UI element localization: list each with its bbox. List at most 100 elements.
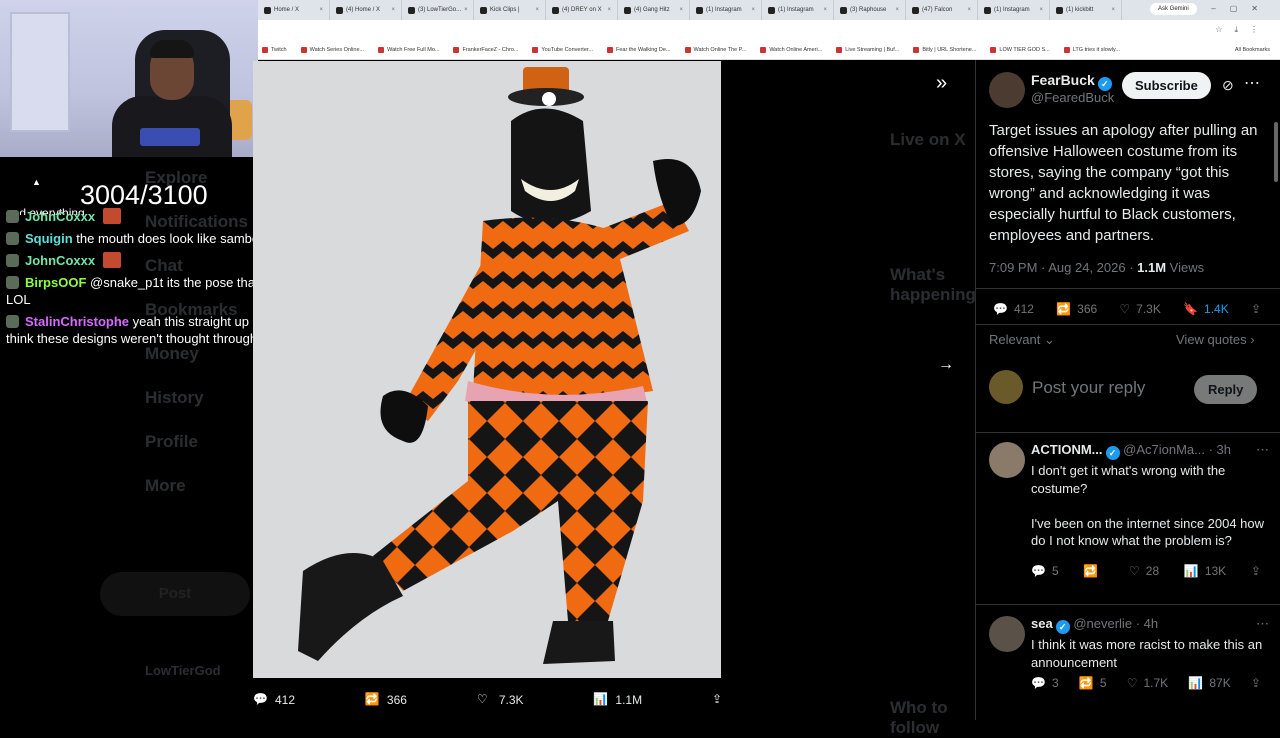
reply-action[interactable]: 💬 5 (1031, 564, 1059, 578)
author-handle[interactable]: @FearedBuck (1031, 90, 1114, 105)
media-views[interactable]: 📊 1.1M (593, 692, 642, 708)
reply-input[interactable]: Post your reply (1032, 378, 1145, 398)
collapse-panel-icon[interactable]: » (936, 72, 947, 95)
close-icon[interactable]: × (679, 7, 683, 13)
close-icon[interactable]: × (967, 7, 971, 13)
grok-icon[interactable]: ⊘ (1222, 77, 1234, 94)
browser-tab[interactable]: (1) Instagram × (690, 0, 762, 20)
repost-action[interactable]: 🔁 366 (1056, 302, 1097, 316)
heart-icon: ♡ (1126, 676, 1138, 690)
views-action[interactable]: 📊 87K (1188, 676, 1230, 690)
bookmark-item[interactable]: Watch Free Full Mo... (378, 46, 439, 53)
reply-button[interactable]: Reply (1194, 375, 1258, 404)
bookmark-item[interactable]: Live Streaming | Buf... (836, 46, 899, 53)
chat-username[interactable]: Squigin (25, 231, 73, 246)
bookmark-item[interactable]: Fear the Walking De... (607, 46, 671, 53)
webcam-person-hair (150, 40, 194, 58)
more-options-icon[interactable]: ⋯ (1256, 442, 1269, 458)
like-action[interactable]: ♡ 1.7K (1127, 676, 1168, 690)
like-action[interactable]: ♡ 28 (1129, 564, 1159, 578)
next-image-arrow-icon[interactable]: → (938, 356, 954, 374)
media-reply[interactable]: 💬 412 (253, 692, 295, 708)
bookmark-item[interactable]: LOW TIER GOD S... (990, 46, 1050, 53)
divider (976, 288, 1280, 289)
repost-action[interactable]: 🔁 (1083, 564, 1104, 578)
reply-avatar[interactable] (989, 616, 1025, 652)
media-like[interactable]: ♡ 7.3K (477, 692, 524, 708)
author-avatar[interactable] (989, 72, 1025, 108)
share-action[interactable]: ⇪ (1251, 302, 1261, 316)
browser-tab[interactable]: (4) Home / X × (330, 0, 402, 20)
chat-username[interactable]: JohnCoxxx (25, 253, 95, 268)
divider (976, 432, 1280, 433)
chat-username[interactable]: JohnCoxxx (25, 209, 95, 224)
close-icon[interactable]: × (535, 7, 539, 13)
browser-tab[interactable]: (4) DREY on X × (546, 0, 618, 20)
close-icon[interactable]: × (751, 7, 755, 13)
bookmark-item[interactable]: LTG tries it slowly... (1063, 46, 1120, 53)
like-action[interactable]: ♡ 7.3K (1119, 302, 1160, 316)
browser-tab[interactable]: (4) Gang Hitz × (618, 0, 690, 20)
reply-action[interactable]: 💬 3 (1031, 676, 1059, 690)
toolbar-icons[interactable]: ☆⤓⋮ (1215, 25, 1270, 35)
bookmark-action[interactable]: 🔖 1.4K (1183, 302, 1229, 316)
browser-tab[interactable]: Kick Clips | × (474, 0, 546, 20)
browser-tab[interactable]: Home / X × (258, 0, 330, 20)
bookmark-item[interactable]: YouTube Converter... (532, 46, 593, 53)
browser-tab[interactable]: (1) Instagram × (762, 0, 834, 20)
tweet-timestamp[interactable]: 7:09 PM · Aug 24, 2026 · (989, 260, 1137, 275)
media-repost[interactable]: 🔁 366 (365, 692, 407, 708)
reply-icon: 💬 (1031, 676, 1046, 690)
share-action[interactable]: ⇪ (1251, 676, 1261, 690)
reply-action[interactable]: 💬 412 (993, 302, 1034, 316)
bookmark-item[interactable]: FrankerFaceZ - Chro... (453, 46, 519, 53)
browser-tab[interactable]: (47) Falcon × (906, 0, 978, 20)
media-share[interactable]: ⇪ (712, 692, 728, 708)
chat-username[interactable]: BirpsOOF (25, 275, 86, 290)
repost-action[interactable]: 🔁 5 (1079, 676, 1107, 690)
panel-scrollbar[interactable] (1274, 122, 1278, 182)
close-icon[interactable]: × (464, 7, 468, 13)
all-bookmarks-button[interactable]: All Bookmarks (1235, 47, 1270, 53)
sort-replies-dropdown[interactable]: Relevant ⌄ (989, 332, 1055, 348)
close-icon[interactable]: × (823, 7, 827, 13)
close-icon[interactable]: × (391, 7, 395, 13)
ask-gemini-button[interactable]: Ask Gemini (1150, 3, 1197, 15)
mask (511, 108, 591, 224)
bookmark-item[interactable]: Bitly | URL Shortene... (913, 46, 976, 53)
browser-tab[interactable]: (1) kickbitt × (1050, 0, 1122, 20)
close-icon[interactable]: × (1039, 7, 1043, 13)
close-icon[interactable]: × (319, 7, 323, 13)
bookmark-label: Fear the Walking De... (616, 46, 671, 53)
reply-avatar[interactable] (989, 442, 1025, 478)
reply-icon: 💬 (993, 302, 1008, 316)
bookmark-item[interactable]: Watch Series Online... (300, 46, 364, 53)
share-action[interactable]: ⇪ (1251, 564, 1261, 578)
view-quotes-link[interactable]: View quotes › (1176, 332, 1255, 347)
close-icon[interactable]: × (607, 7, 611, 13)
reply-author[interactable]: ACTIONM... ✓ @Ac7ionMa... · 3h (1031, 442, 1231, 460)
close-icon[interactable]: × (1111, 7, 1115, 13)
chat-username[interactable]: StalinChristophe (25, 314, 129, 329)
chat-text: the mouth does look like sambo (76, 231, 260, 246)
more-options-icon[interactable]: ⋯ (1256, 616, 1269, 632)
bookmark-item[interactable]: Watch Online The P... (684, 46, 746, 53)
tweet-media-photo[interactable] (253, 61, 721, 678)
window-controls[interactable]: –▢✕ (1211, 4, 1272, 13)
address-bar[interactable]: ☆⤓⋮ (258, 20, 1280, 40)
browser-tab[interactable]: (3) Raphouse × (834, 0, 906, 20)
bookmark-favicon-icon (913, 46, 920, 53)
bookmark-item[interactable]: Watch Online Ameri... (760, 46, 822, 53)
browser-tab[interactable]: (3) LowTierGo... × (402, 0, 474, 20)
author-name[interactable]: FearBuck ✓ (1031, 72, 1112, 91)
more-options-icon[interactable]: ⋯ (1244, 73, 1260, 93)
background-live: Live on X (890, 130, 966, 149)
views-action[interactable]: 📊 13K (1184, 564, 1226, 578)
chat-emote-icon (102, 252, 121, 268)
bookmark-item[interactable]: Twitch (262, 46, 287, 53)
subscribe-button[interactable]: Subscribe (1122, 72, 1211, 99)
reply-author[interactable]: sea ✓ @neverlie · 4h (1031, 616, 1158, 634)
bookmark-label: FrankerFaceZ - Chro... (462, 46, 519, 53)
close-icon[interactable]: × (895, 7, 899, 13)
browser-tab[interactable]: (1) Instagram × (978, 0, 1050, 20)
